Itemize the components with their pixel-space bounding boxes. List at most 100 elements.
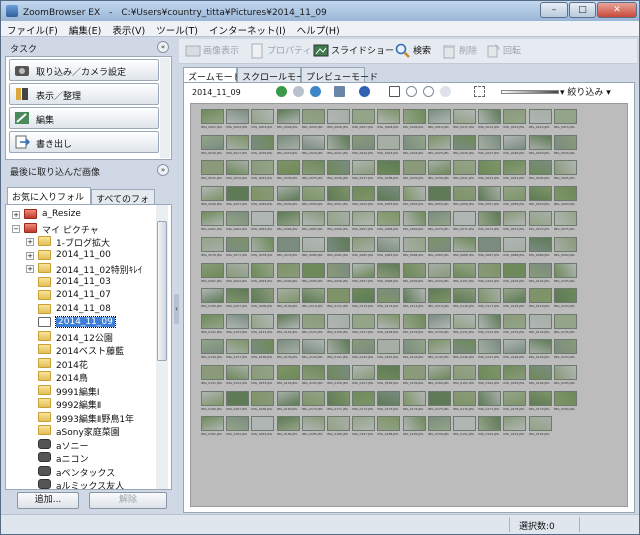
thumbnail-item[interactable]: IMG_0039.JPG — [402, 160, 427, 182]
thumbnail-item[interactable]: IMG_0179.JPG — [528, 390, 553, 413]
thumbnail-item[interactable]: IMG_0016.JPG — [201, 134, 225, 157]
sort-icon[interactable] — [334, 86, 345, 97]
hand-tool-icon[interactable] — [440, 86, 451, 97]
thumbnail-item[interactable]: IMG_0050.JPG — [301, 185, 326, 208]
thumbnail-item[interactable]: IMG_0038.JPG — [377, 160, 401, 182]
thumbnail-item[interactable]: IMG_0190.JPG — [427, 416, 452, 438]
thumbnail-item[interactable]: IMG_0009.JPG — [402, 109, 427, 131]
thumbnail-item[interactable]: IMG_0031.JPG — [201, 160, 225, 182]
thumbnail-item[interactable]: IMG_0045.JPG — [553, 160, 578, 182]
thumbnail-item[interactable]: IMG_0161.JPG — [453, 365, 477, 387]
thumbnail-item[interactable]: IMG_0024.JPG — [402, 134, 427, 157]
menu-help[interactable]: ヘルプ(H) — [291, 21, 345, 37]
thumbnail-item[interactable]: IMG_0079.JPG — [276, 237, 301, 259]
thumbnail-item[interactable]: IMG_0136.JPG — [201, 339, 225, 361]
thumbnail-item[interactable]: IMG_0158.JPG — [377, 365, 401, 387]
thumbnail-item[interactable]: IMG_0119.JPG — [528, 288, 553, 310]
remove-folder-button[interactable]: 解除 — [89, 492, 167, 509]
thumbnail-item[interactable]: IMG_0186.JPG — [327, 416, 351, 438]
thumbnail-item[interactable]: IMG_0156.JPG — [327, 365, 351, 387]
thumbnail-item[interactable]: IMG_0115.JPG — [427, 288, 452, 310]
thumbnail-item[interactable]: IMG_0102.JPG — [478, 262, 502, 285]
thumbnail-item[interactable]: IMG_0123.JPG — [251, 313, 275, 336]
thumbnail-item[interactable]: IMG_0117.JPG — [478, 288, 502, 310]
thumbnail-item[interactable]: IMG_0104.JPG — [528, 262, 553, 285]
thumbnail-item[interactable]: IMG_0143.JPG — [377, 339, 401, 361]
thumbnail-item[interactable]: IMG_0128.JPG — [377, 313, 401, 336]
menu-internet[interactable]: インターネット(I) — [203, 21, 291, 37]
thumbnail-item[interactable]: IMG_0085.JPG — [427, 237, 452, 259]
thumbnail-item[interactable]: IMG_0149.JPG — [528, 339, 553, 361]
thumbnail-item[interactable]: IMG_0019.JPG — [276, 134, 301, 157]
thumbnail-item[interactable]: IMG_0159.JPG — [402, 365, 427, 387]
rotate-button[interactable]: 回転 — [485, 43, 521, 61]
thumbnail-item[interactable]: IMG_0054.JPG — [402, 185, 427, 208]
thumbnail-item[interactable]: IMG_0068.JPG — [377, 211, 401, 233]
add-folder-button[interactable]: 追加... — [17, 492, 79, 509]
thumbnail-item[interactable]: IMG_0140.JPG — [301, 339, 326, 361]
thumbnail-item[interactable]: IMG_0064.JPG — [276, 211, 301, 233]
thumbnail-item[interactable]: IMG_0152.JPG — [226, 365, 250, 387]
thumbnail-item[interactable]: IMG_0130.JPG — [427, 313, 452, 336]
thumbnail-item[interactable]: IMG_0021.JPG — [327, 134, 351, 157]
thumbnail-item[interactable]: IMG_0080.JPG — [301, 237, 326, 259]
thumbnail-item[interactable]: IMG_0010.JPG — [427, 109, 452, 131]
thumbnail-item[interactable]: IMG_0065.JPG — [301, 211, 326, 233]
menu-file[interactable]: ファイル(F) — [1, 21, 63, 37]
zoom-in-icon[interactable] — [406, 86, 417, 97]
thumbnail-item[interactable]: IMG_0182.JPG — [226, 416, 250, 438]
thumbnail-item[interactable]: IMG_0004.JPG — [276, 109, 301, 131]
thumbnail-item[interactable]: IMG_0142.JPG — [352, 339, 376, 361]
thumbnail-item[interactable]: IMG_0030.JPG — [553, 134, 578, 157]
thumbnail-item[interactable]: IMG_0094.JPG — [276, 262, 301, 285]
thumbnail-item[interactable]: IMG_0181.JPG — [201, 416, 225, 438]
thumbnail-item[interactable]: IMG_0005.JPG — [301, 109, 326, 131]
thumbnail-item[interactable]: IMG_0129.JPG — [402, 313, 427, 336]
thumbnail-item[interactable]: IMG_0185.JPG — [301, 416, 326, 438]
thumbnail-item[interactable]: IMG_0061.JPG — [201, 211, 225, 233]
thumbnail-item[interactable]: IMG_0062.JPG — [226, 211, 250, 233]
delete-button[interactable]: 削除 — [441, 43, 477, 61]
thumbnail-item[interactable]: IMG_0116.JPG — [453, 288, 477, 310]
thumbnail-item[interactable]: IMG_0040.JPG — [427, 160, 452, 182]
thumbnail-item[interactable]: IMG_0001.JPG — [201, 109, 225, 131]
forward-icon[interactable] — [293, 86, 304, 97]
thumbnail-item[interactable]: IMG_0082.JPG — [352, 237, 376, 259]
thumbnail-item[interactable]: IMG_0081.JPG — [327, 237, 351, 259]
thumbnail-item[interactable]: IMG_0141.JPG — [327, 339, 351, 361]
thumbnail-item[interactable]: IMG_0027.JPG — [478, 134, 502, 157]
thumbnail-item[interactable]: IMG_0122.JPG — [226, 313, 250, 336]
recent-expand-icon[interactable]: » — [157, 164, 169, 176]
thumbnail-item[interactable]: IMG_0086.JPG — [453, 237, 477, 259]
thumbnail-item[interactable]: IMG_0106.JPG — [201, 288, 225, 310]
thumbnail-item[interactable]: IMG_0099.JPG — [402, 262, 427, 285]
thumbnail-item[interactable]: IMG_0033.JPG — [251, 160, 275, 182]
thumbnail-item[interactable]: IMG_0110.JPG — [301, 288, 326, 310]
fit-icon[interactable] — [474, 86, 485, 97]
thumbnail-item[interactable]: IMG_0180.JPG — [553, 390, 578, 413]
search-button[interactable]: 検索 — [395, 43, 431, 61]
thumbnail-item[interactable]: IMG_0133.JPG — [503, 313, 527, 336]
thumbnail-item[interactable]: IMG_0168.JPG — [251, 390, 275, 413]
thumbnail-item[interactable]: IMG_0103.JPG — [503, 262, 527, 285]
thumbnail-item[interactable]: IMG_0137.JPG — [226, 339, 250, 361]
thumbnail-item[interactable]: IMG_0120.JPG — [553, 288, 578, 310]
thumbnail-item[interactable]: IMG_0124.JPG — [276, 313, 301, 336]
thumbnail-item[interactable]: IMG_0135.JPG — [553, 313, 578, 336]
thumbnail-item[interactable]: IMG_0194.JPG — [528, 416, 553, 438]
thumbnail-item[interactable]: IMG_0084.JPG — [402, 237, 427, 259]
thumbnail-item[interactable]: IMG_0007.JPG — [352, 109, 376, 131]
thumbnail-item[interactable]: IMG_0023.JPG — [377, 134, 401, 157]
thumbnail-item[interactable]: IMG_0092.JPG — [226, 262, 250, 285]
thumbnail-item[interactable]: IMG_0089.JPG — [528, 237, 553, 259]
thumbnail-item[interactable]: IMG_0046.JPG — [201, 185, 225, 208]
tasks-collapse-icon[interactable]: « — [157, 41, 169, 53]
thumbnail-item[interactable]: IMG_0048.JPG — [251, 185, 275, 208]
thumbnail-item[interactable]: IMG_0072.JPG — [478, 211, 502, 233]
minimize-button[interactable]: – — [540, 2, 568, 18]
thumbnail-item[interactable]: IMG_0171.JPG — [327, 390, 351, 413]
panel-splitter[interactable]: ‹ — [173, 39, 180, 511]
pointer-tool-icon[interactable] — [389, 86, 400, 97]
thumbnail-item[interactable]: IMG_0101.JPG — [453, 262, 477, 285]
info-icon[interactable] — [359, 86, 370, 97]
